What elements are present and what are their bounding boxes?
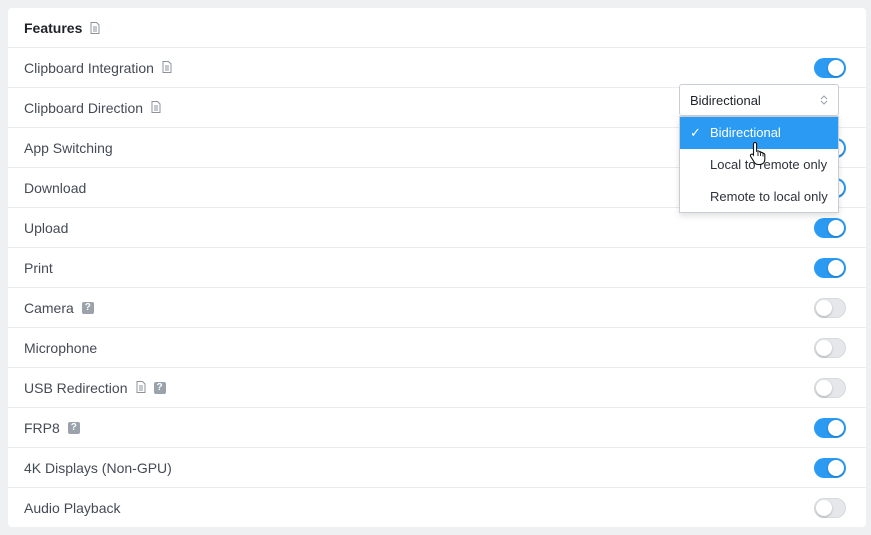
setting-label: Clipboard Direction (24, 100, 144, 116)
select-arrows-icon (820, 95, 828, 105)
upload-toggle[interactable] (814, 218, 846, 238)
features-header: Features (8, 8, 866, 48)
toggle-knob (828, 220, 844, 236)
setting-row-camera: Camera? (8, 288, 866, 328)
clipboard-direction-select[interactable]: Bidirectional (679, 84, 839, 116)
setting-row-print: Print (8, 248, 866, 288)
help-icon[interactable]: ? (153, 382, 166, 394)
checkmark-icon: ✓ (690, 125, 701, 140)
menu-item-label: Local to remote only (710, 157, 828, 172)
microphone-toggle[interactable] (814, 338, 846, 358)
menu-item-remote-to-local[interactable]: Remote to local only (680, 181, 838, 213)
setting-label: Clipboard Integration (24, 60, 154, 76)
setting-label: App Switching (24, 140, 113, 156)
setting-row-upload: Upload (8, 208, 866, 248)
setting-label: Camera (24, 300, 74, 316)
frp8-toggle[interactable] (814, 418, 846, 438)
usb-redirection-toggle[interactable] (814, 378, 846, 398)
setting-row-microphone: Microphone (8, 328, 866, 368)
camera-toggle[interactable] (814, 298, 846, 318)
toggle-knob (828, 460, 844, 476)
toggle-knob (828, 420, 844, 436)
setting-row-clipboard-integration: Clipboard Integration (8, 48, 866, 88)
document-icon[interactable] (136, 380, 146, 396)
setting-label: USB Redirection (24, 380, 128, 396)
toggle-knob (828, 260, 844, 276)
setting-label: Print (24, 260, 53, 276)
4k-displays-non-gpu-toggle[interactable] (814, 458, 846, 478)
audio-playback-toggle[interactable] (814, 498, 846, 518)
setting-label: Audio Playback (24, 500, 121, 516)
menu-item-label: Bidirectional (710, 125, 781, 140)
toggle-knob (816, 340, 832, 356)
toggle-knob (828, 60, 844, 76)
help-icon[interactable]: ? (81, 302, 94, 314)
clipboard-integration-toggle[interactable] (814, 58, 846, 78)
help-icon[interactable]: ? (67, 422, 80, 434)
setting-label: Upload (24, 220, 69, 236)
toggle-knob (816, 300, 832, 316)
setting-row-usb-redirection: USB Redirection? (8, 368, 866, 408)
toggle-knob (816, 500, 832, 516)
document-icon[interactable] (151, 100, 161, 116)
setting-label: Download (24, 180, 87, 196)
clipboard-direction-value: Bidirectional (690, 92, 761, 108)
setting-row-audio-playback: Audio Playback (8, 488, 866, 528)
section-title: Features (24, 20, 83, 36)
setting-label: Microphone (24, 340, 98, 356)
document-icon[interactable] (162, 60, 172, 76)
print-toggle[interactable] (814, 258, 846, 278)
toggle-knob (816, 380, 832, 396)
document-icon[interactable] (90, 22, 100, 34)
menu-item-label: Remote to local only (710, 189, 828, 204)
setting-label: FRP8 (24, 420, 60, 436)
setting-row-frp8: FRP8? (8, 408, 866, 448)
setting-label: 4K Displays (Non-GPU) (24, 460, 172, 476)
hand-pointer-icon (749, 141, 766, 165)
setting-row-4k-displays-non-gpu: 4K Displays (Non-GPU) (8, 448, 866, 488)
